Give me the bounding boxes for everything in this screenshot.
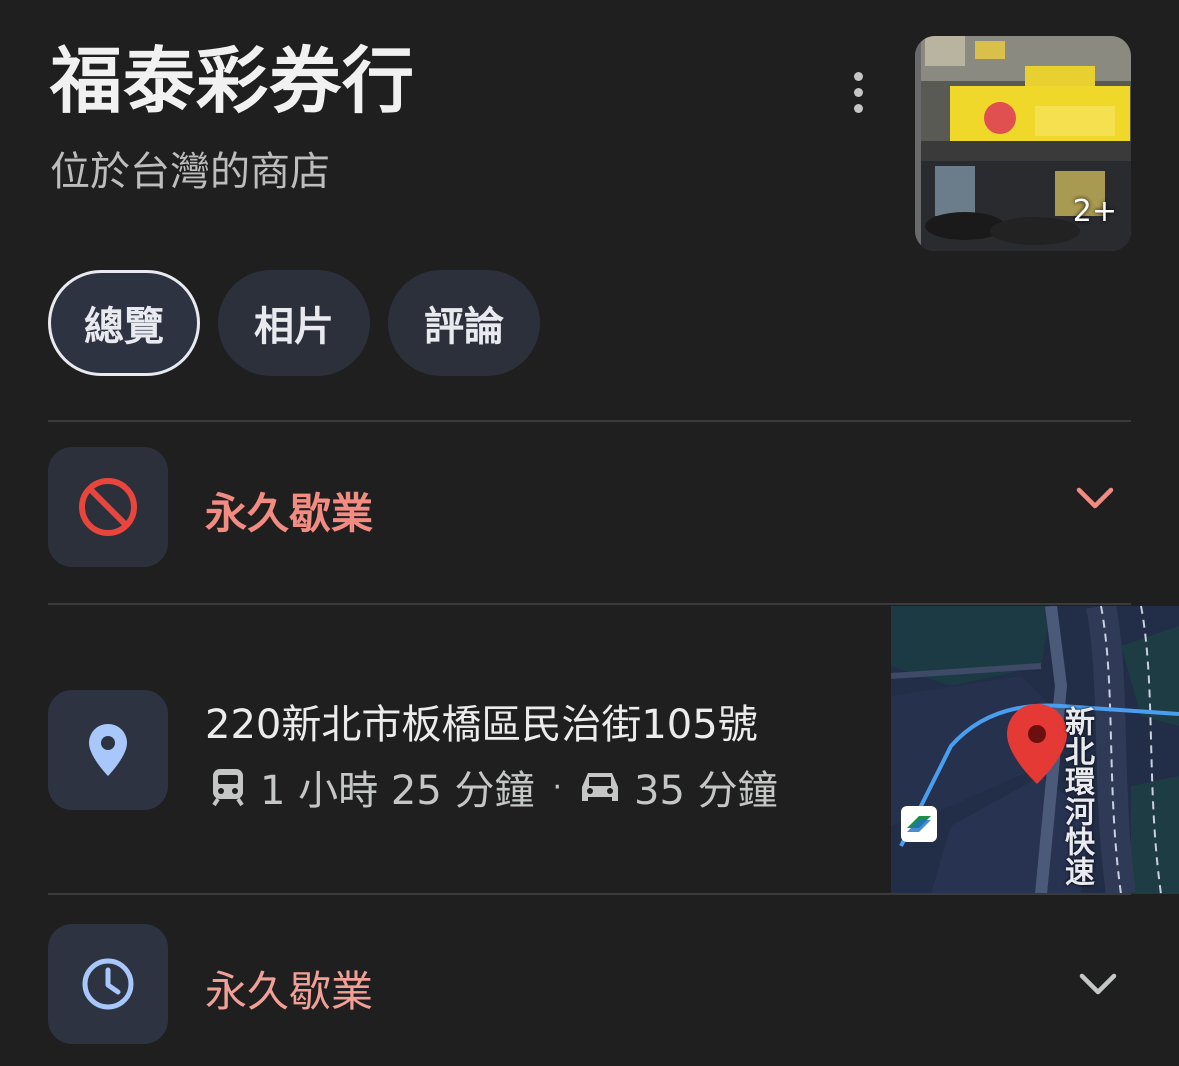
- tab-photos[interactable]: 相片: [218, 270, 370, 376]
- hours-icon-box: [48, 924, 168, 1044]
- tab-bar: 總覽 相片 評論: [48, 270, 540, 376]
- map-preview[interactable]: 新北環河快速: [891, 606, 1179, 894]
- map-road-label: 新北環河快速: [1059, 706, 1094, 886]
- photo-count-badge: 2+: [1072, 194, 1117, 229]
- address-text: 220新北市板橋區民治街105號: [205, 702, 758, 748]
- address-icon-box: [48, 690, 168, 810]
- place-title: 福泰彩券行: [50, 39, 416, 123]
- place-photo-thumbnail[interactable]: 2+: [915, 36, 1131, 251]
- location-pin-icon: [89, 724, 127, 776]
- divider: [48, 420, 1131, 422]
- car-icon: [582, 773, 619, 801]
- status-icon-box: [48, 447, 168, 567]
- more-options-button[interactable]: [838, 64, 878, 120]
- map-image: [891, 606, 1179, 894]
- tab-reviews[interactable]: 評論: [388, 270, 540, 376]
- divider: [48, 603, 1131, 605]
- separator-dot: ·: [552, 769, 563, 805]
- train-icon: [212, 769, 244, 807]
- status-text: 永久歇業: [205, 489, 374, 538]
- more-vert-icon: [853, 71, 863, 81]
- no-entry-icon: [79, 478, 137, 536]
- travel-times: 1 小時 25 分鐘 · 35 分鐘: [210, 758, 778, 816]
- clock-icon: [82, 958, 134, 1010]
- drive-time: 35 分鐘: [634, 768, 778, 814]
- chevron-down-icon[interactable]: [1075, 484, 1115, 512]
- place-subtitle: 位於台灣的商店: [50, 149, 330, 195]
- hours-text: 永久歇業: [205, 967, 374, 1016]
- chevron-down-icon[interactable]: [1078, 970, 1118, 998]
- tab-overview[interactable]: 總覽: [48, 270, 200, 376]
- transit-time: 1 小時 25 分鐘: [260, 768, 535, 814]
- divider: [48, 893, 1131, 895]
